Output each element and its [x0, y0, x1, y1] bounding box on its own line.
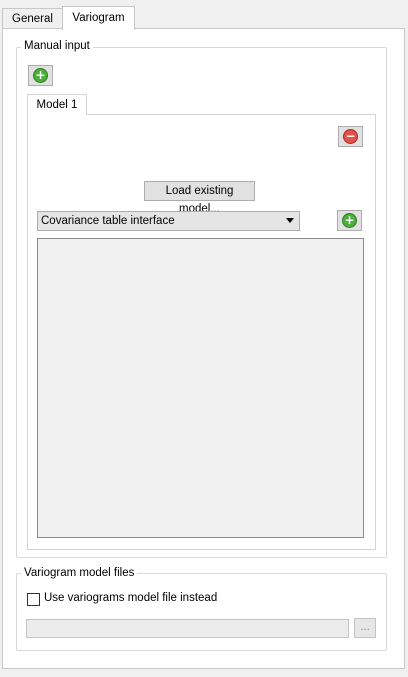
load-existing-model-button[interactable]: Load existing model...	[144, 181, 255, 215]
tab-general-label: General	[12, 13, 53, 25]
use-model-file-checkbox[interactable]	[27, 593, 40, 606]
add-structure-button[interactable]: +	[337, 210, 362, 231]
minus-circle-icon: −	[343, 129, 358, 144]
plus-circle-icon: +	[342, 213, 357, 228]
model-file-path-input[interactable]	[26, 619, 349, 638]
manual-input-title: Manual input	[21, 40, 93, 52]
tab-variogram[interactable]: Variogram	[62, 6, 135, 30]
chevron-down-icon	[286, 218, 294, 223]
variogram-model-files-title: Variogram model files	[21, 567, 138, 579]
variogram-model-files-group	[16, 573, 387, 651]
remove-model-button[interactable]: −	[338, 126, 363, 147]
use-model-file-label: Use variograms model file instead	[44, 592, 218, 604]
add-model-button[interactable]: +	[28, 65, 53, 86]
plus-circle-icon: +	[33, 68, 48, 83]
browse-button[interactable]: ...	[354, 618, 376, 638]
covariance-table-area[interactable]	[37, 238, 364, 538]
tab-variogram-label: Variogram	[72, 12, 125, 24]
interface-select[interactable]: Covariance table interface	[37, 211, 300, 231]
interface-select-value: Covariance table interface	[41, 215, 175, 227]
browse-button-label: ...	[360, 621, 370, 633]
tab-model-1[interactable]: Model 1	[27, 94, 87, 115]
tab-general[interactable]: General	[2, 8, 63, 29]
tab-model-1-label: Model 1	[36, 99, 78, 111]
